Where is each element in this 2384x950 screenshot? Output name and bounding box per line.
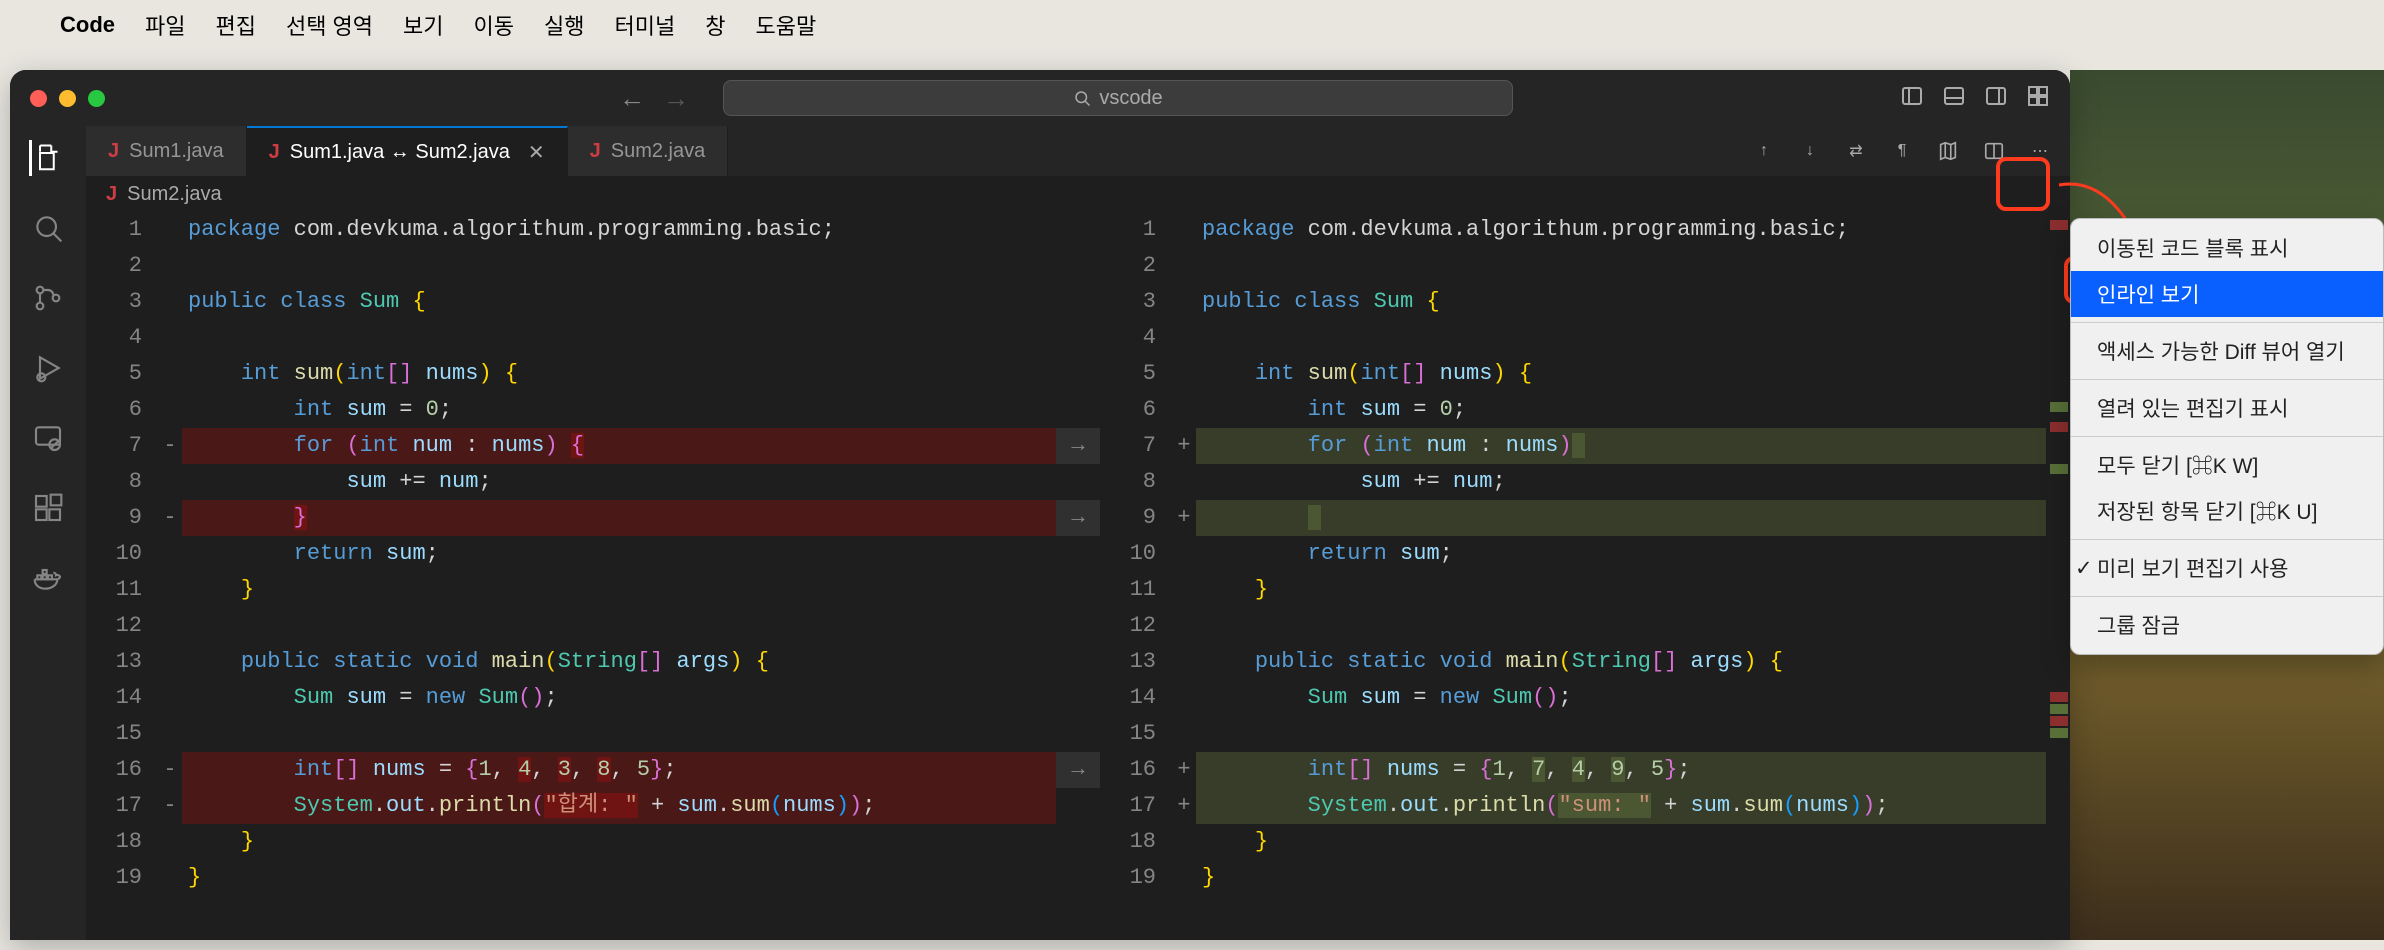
next-change-icon[interactable]: ↓ bbox=[1798, 139, 1822, 163]
maximize-window-button[interactable] bbox=[88, 90, 105, 107]
close-window-button[interactable] bbox=[30, 90, 47, 107]
nav-forward-icon[interactable]: → bbox=[663, 83, 689, 114]
tab-diff[interactable]: J Sum1.java ↔ Sum2.java ✕ bbox=[247, 126, 568, 176]
java-file-icon: J bbox=[106, 183, 117, 206]
search-placeholder: vscode bbox=[1099, 87, 1162, 110]
java-file-icon: J bbox=[108, 140, 119, 163]
diff-sign-column: ++++ bbox=[1172, 212, 1196, 940]
search-icon bbox=[1073, 89, 1091, 107]
vscode-window: ← → vscode J bbox=[10, 70, 2070, 940]
menubar-item-run[interactable]: 실행 bbox=[544, 9, 584, 41]
java-file-icon: J bbox=[269, 141, 280, 164]
context-menu-label: 인라인 보기 bbox=[2097, 279, 2199, 309]
macos-menubar: Code 파일 편집 선택 영역 보기 이동 실행 터미널 창 도움말 bbox=[0, 0, 2384, 50]
diff-arrow-column: →→→ bbox=[1056, 212, 1100, 940]
diff-right-pane: 12345678910111213141516171819 ++++ packa… bbox=[1100, 212, 2070, 940]
code-content[interactable]: package com.devkuma.algorithum.programmi… bbox=[1196, 212, 2046, 940]
menubar-item-edit[interactable]: 편집 bbox=[215, 9, 255, 41]
remote-explorer-icon[interactable] bbox=[30, 420, 66, 456]
map-icon[interactable] bbox=[1936, 139, 1960, 163]
context-menu-label: 액세스 가능한 Diff 뷰어 열기 bbox=[2097, 336, 2345, 366]
editor-tabs: J Sum1.java J Sum1.java ↔ Sum2.java ✕ J … bbox=[86, 126, 2070, 176]
menu-separator bbox=[2071, 539, 2383, 540]
layout-sidebar-left-icon[interactable] bbox=[1900, 84, 1924, 113]
command-center-search[interactable]: vscode bbox=[723, 80, 1513, 116]
breadcrumb[interactable]: J Sum2.java bbox=[86, 176, 2070, 212]
code-content[interactable]: package com.devkuma.algorithum.programmi… bbox=[182, 212, 1056, 940]
context-menu-item[interactable]: 저장된 항목 닫기 [⌘K U] bbox=[2071, 488, 2383, 534]
tab-label: Sum1.java ↔ Sum2.java bbox=[290, 141, 510, 164]
tab-sum1[interactable]: J Sum1.java bbox=[86, 126, 247, 176]
line-gutter: 12345678910111213141516171819 bbox=[1100, 212, 1172, 940]
explorer-icon[interactable] bbox=[29, 140, 65, 176]
context-menu-item[interactable]: 그룹 잠금 bbox=[2071, 602, 2383, 648]
line-gutter: 12345678910111213141516171819 bbox=[86, 212, 158, 940]
menubar-item-window[interactable]: 창 bbox=[705, 9, 725, 41]
run-debug-icon[interactable] bbox=[30, 350, 66, 386]
context-menu-label: 이동된 코드 블록 표시 bbox=[2097, 233, 2288, 263]
docker-icon[interactable] bbox=[30, 560, 66, 596]
menubar-app[interactable]: Code bbox=[60, 12, 115, 38]
editor-more-context-menu: 이동된 코드 블록 표시인라인 보기액세스 가능한 Diff 뷰어 열기열려 있… bbox=[2070, 218, 2384, 655]
menubar-item-terminal[interactable]: 터미널 bbox=[615, 9, 676, 41]
context-menu-label: 저장된 항목 닫기 [⌘K U] bbox=[2097, 496, 2317, 526]
context-menu-label: 그룹 잠금 bbox=[2097, 610, 2180, 640]
menu-separator bbox=[2071, 596, 2383, 597]
tab-label: Sum1.java bbox=[129, 140, 224, 163]
more-actions-icon[interactable]: ⋯ bbox=[2028, 139, 2052, 163]
menubar-item-go[interactable]: 이동 bbox=[474, 9, 514, 41]
tab-label: Sum2.java bbox=[611, 140, 706, 163]
context-menu-item[interactable]: 모두 닫기 [⌘K W] bbox=[2071, 442, 2383, 488]
activity-bar bbox=[10, 126, 86, 940]
java-file-icon: J bbox=[590, 140, 601, 163]
split-editor-icon[interactable] bbox=[1982, 139, 2006, 163]
menu-separator bbox=[2071, 436, 2383, 437]
context-menu-label: 열려 있는 편집기 표시 bbox=[2097, 393, 2288, 423]
minimize-window-button[interactable] bbox=[59, 90, 76, 107]
breadcrumb-file: Sum2.java bbox=[127, 183, 222, 206]
layout-customize-icon[interactable] bbox=[2026, 84, 2050, 113]
context-menu-item[interactable]: 인라인 보기 bbox=[2071, 271, 2383, 317]
menu-separator bbox=[2071, 322, 2383, 323]
diff-left-pane: 12345678910111213141516171819 ---- packa… bbox=[86, 212, 1056, 940]
diff-sign-column: ---- bbox=[158, 212, 182, 940]
editor-area: J Sum1.java J Sum1.java ↔ Sum2.java ✕ J … bbox=[86, 126, 2070, 940]
menu-separator bbox=[2071, 379, 2383, 380]
search-icon[interactable] bbox=[30, 210, 66, 246]
menubar-item-help[interactable]: 도움말 bbox=[755, 9, 816, 41]
prev-change-icon[interactable]: ↑ bbox=[1752, 139, 1776, 163]
close-tab-icon[interactable]: ✕ bbox=[528, 140, 545, 165]
nav-back-icon[interactable]: ← bbox=[619, 83, 645, 114]
source-control-icon[interactable] bbox=[30, 280, 66, 316]
check-icon: ✓ bbox=[2075, 556, 2097, 581]
whitespace-icon[interactable]: ¶ bbox=[1890, 139, 1914, 163]
titlebar: ← → vscode bbox=[10, 70, 2070, 126]
context-menu-label: 미리 보기 편집기 사용 bbox=[2097, 553, 2288, 583]
tab-sum2[interactable]: J Sum2.java bbox=[568, 126, 729, 176]
menubar-item-file[interactable]: 파일 bbox=[145, 9, 185, 41]
minimap[interactable] bbox=[2046, 212, 2070, 940]
context-menu-item[interactable]: 액세스 가능한 Diff 뷰어 열기 bbox=[2071, 328, 2383, 374]
context-menu-item[interactable]: 열려 있는 편집기 표시 bbox=[2071, 385, 2383, 431]
menubar-item-view[interactable]: 보기 bbox=[403, 9, 443, 41]
context-menu-item[interactable]: 이동된 코드 블록 표시 bbox=[2071, 225, 2383, 271]
layout-sidebar-right-icon[interactable] bbox=[1984, 84, 2008, 113]
context-menu-label: 모두 닫기 [⌘K W] bbox=[2097, 450, 2258, 480]
context-menu-item[interactable]: ✓미리 보기 편집기 사용 bbox=[2071, 545, 2383, 591]
diff-editor: 12345678910111213141516171819 ---- packa… bbox=[86, 212, 2070, 940]
menubar-item-selection[interactable]: 선택 영역 bbox=[286, 9, 373, 41]
extensions-icon[interactable] bbox=[30, 490, 66, 526]
layout-panel-icon[interactable] bbox=[1942, 84, 1966, 113]
window-controls bbox=[30, 90, 105, 107]
swap-icon[interactable]: ⇄ bbox=[1844, 139, 1868, 163]
